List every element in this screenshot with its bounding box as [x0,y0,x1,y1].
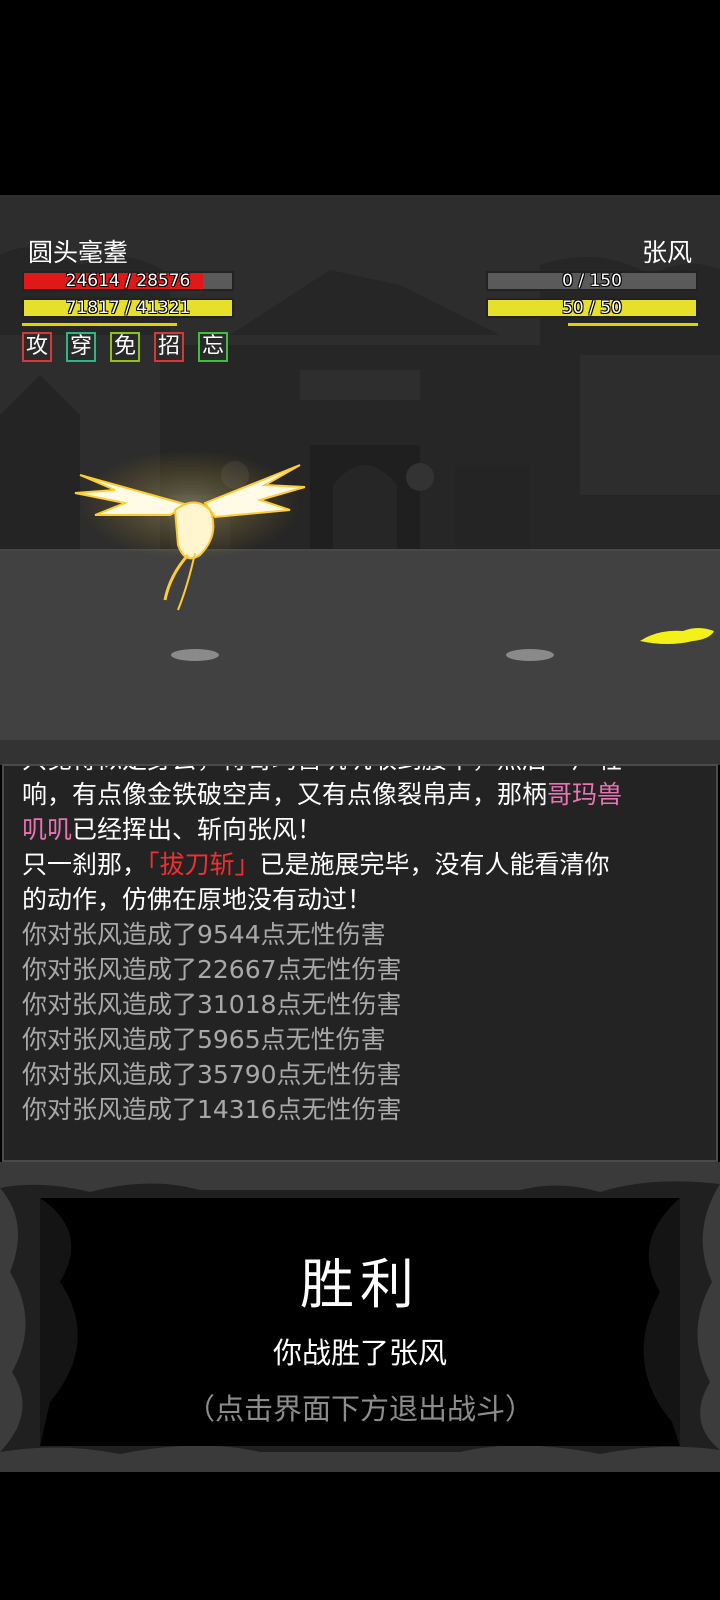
weapon-name: 叽叽 [22,815,73,844]
enemy-mp-bar: 50 / 50 [486,298,698,318]
buff-pierce-icon[interactable]: 穿 [66,332,96,362]
fallen-enemy-sprite [640,628,714,644]
damage-line: 你对张风造成了22667点无性伤害 [22,955,402,984]
player-mp-bar: 71817 / 41321 [22,298,234,318]
log-line: 叽叽已经挥出、斩向张风！ [22,815,323,844]
victory-panel[interactable]: 胜利 你战胜了张风 （点击界面下方退出战斗） [0,1162,720,1472]
enemy-mp-text: 50 / 50 [562,298,622,318]
battle-scene: 圆头毫耋 24614 / 28576 71817 / 41321 攻穿免招忘 张… [0,195,720,765]
player-mp-text: 71817 / 41321 [65,298,191,318]
buff-forget-icon[interactable]: 忘 [198,332,228,362]
player-energy-line [22,323,177,326]
skill-name: 「拔刀斩」 [147,850,260,879]
exit-hint[interactable]: （点击界面下方退出战斗） [0,1386,720,1428]
enemy-hp-text: 0 / 150 [562,271,622,291]
buff-immune-icon[interactable]: 免 [110,332,140,362]
buff-attack-icon[interactable]: 攻 [22,332,52,362]
log-line: 响，有点像金铁破空声，又有点像裂帛声，那柄哥玛兽 [22,780,623,809]
log-line: 只一刹那，「拔刀斩」已是施展完毕，没有人能看清你 [22,850,610,879]
damage-line: 你对张风造成了5965点无性伤害 [22,1025,386,1054]
log-line: 只觉得似是身去，待哥玛兽叽叽收到腰中，然后一声轻 [22,766,698,777]
battle-log[interactable]: 只觉得似是身去，待哥玛兽叽叽收到腰中，然后一声轻 响，有点像金铁破空声，又有点像… [2,764,718,1162]
player-name: 圆头毫耋 [28,238,129,267]
victory-subtitle: 你战胜了张风 [272,1336,447,1370]
buff-skill-icon[interactable]: 招 [154,332,184,362]
enemy-energy-line [568,323,698,326]
damage-line: 你对张风造成了14316点无性伤害 [22,1095,402,1124]
damage-line: 你对张风造成了31018点无性伤害 [22,990,402,1019]
player-hp-text: 24614 / 28576 [65,271,191,291]
log-line: 的动作，仿佛在原地没有动过！ [22,885,373,914]
victory-title: 胜利 [300,1253,420,1316]
weapon-name: 哥玛兽 [547,780,623,809]
damage-line: 你对张风造成了35790点无性伤害 [22,1060,402,1089]
player-hp-bar: 24614 / 28576 [22,271,234,291]
golden-phoenix-sprite [74,450,306,611]
enemy-hp-bar: 0 / 150 [486,271,698,291]
enemy-name: 张风 [641,238,692,267]
damage-line: 你对张风造成了9544点无性伤害 [22,920,386,949]
